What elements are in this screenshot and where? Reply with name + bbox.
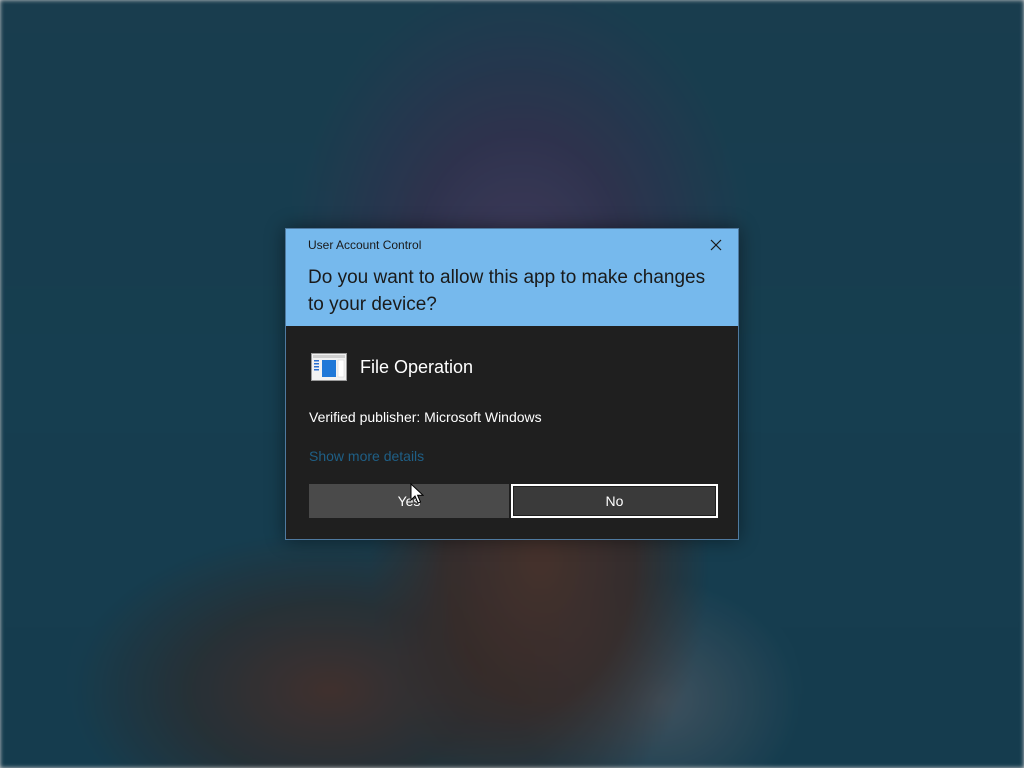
yes-button[interactable]: Yes: [309, 484, 509, 518]
dialog-header: User Account Control Do you want to allo…: [286, 229, 738, 326]
close-button[interactable]: [704, 235, 728, 255]
app-info: File Operation: [311, 353, 473, 381]
window-title: User Account Control: [308, 238, 422, 252]
no-button[interactable]: No: [511, 484, 718, 518]
permission-question: Do you want to allow this app to make ch…: [308, 267, 706, 315]
show-more-details-link[interactable]: Show more details: [309, 448, 424, 464]
verified-publisher: Verified publisher: Microsoft Windows: [309, 409, 542, 425]
window-app-icon: [311, 353, 347, 381]
close-icon: [710, 239, 722, 251]
app-name: File Operation: [360, 356, 474, 377]
uac-dialog: User Account Control Do you want to allo…: [285, 228, 739, 540]
